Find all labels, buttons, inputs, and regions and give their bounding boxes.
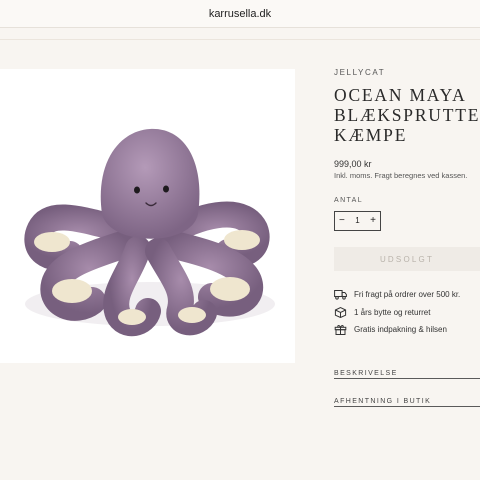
box-icon	[334, 307, 347, 318]
header-strip	[0, 28, 480, 40]
accordion-store-pickup[interactable]: AFHENTNING I BUTIK	[334, 390, 480, 406]
accordion-description[interactable]: BESKRIVELSE	[334, 362, 480, 378]
perk-gift-wrap: Gratis indpakning & hilsen	[334, 324, 447, 335]
gift-icon	[334, 324, 347, 335]
address-bar[interactable]: karrusella.dk	[0, 0, 480, 28]
quantity-input[interactable]: 1	[355, 217, 359, 225]
title-line: KÆMPE	[334, 125, 408, 145]
tax-note: Inkl. moms. Fragt beregnes ved kassen.	[334, 171, 468, 180]
product-title: OCEAN MAYA BLÆKSPRUTTE, KÆMPE	[334, 85, 480, 145]
perk-text: Gratis indpakning & hilsen	[354, 325, 447, 334]
quantity-label: ANTAL	[334, 197, 364, 204]
perk-text: 1 års bytte og returret	[354, 308, 431, 317]
accordion-label: AFHENTNING I BUTIK	[334, 398, 432, 405]
divider	[334, 406, 480, 407]
perk-text: Fri fragt på ordrer over 500 kr.	[354, 290, 461, 299]
divider	[334, 378, 480, 379]
decrease-quantity-button[interactable]: −	[339, 216, 345, 226]
title-line: BLÆKSPRUTTE,	[334, 105, 480, 125]
increase-quantity-button[interactable]: +	[370, 216, 376, 226]
brand-name[interactable]: JELLYCAT	[334, 68, 385, 77]
title-line: OCEAN MAYA	[334, 85, 467, 105]
accordion-label: BESKRIVELSE	[334, 370, 398, 377]
sold-out-button[interactable]: UDSOLGT	[334, 247, 480, 271]
perk-returns: 1 års bytte og returret	[334, 307, 430, 318]
truck-icon	[334, 289, 347, 300]
perk-free-shipping: Fri fragt på ordrer over 500 kr.	[334, 289, 460, 300]
octopus-plush-illustration	[24, 128, 275, 337]
quantity-stepper: − 1 +	[334, 211, 381, 231]
product-image[interactable]	[0, 69, 295, 363]
url-text: karrusella.dk	[208, 7, 272, 20]
product-price: 999,00 kr	[334, 159, 372, 169]
sold-out-label: UDSOLGT	[379, 254, 435, 264]
